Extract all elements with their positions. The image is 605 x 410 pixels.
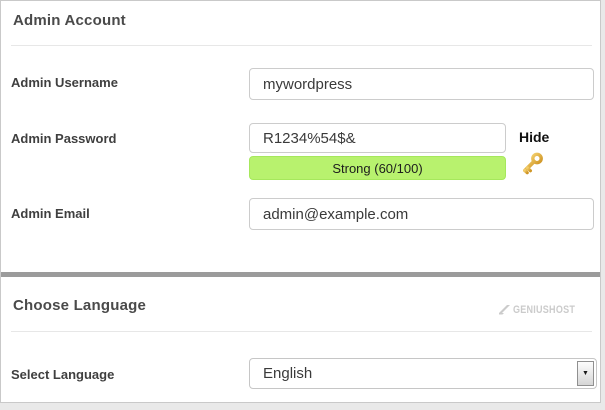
chevron-down-icon: ▼ <box>582 370 589 377</box>
select-language-label: Select Language <box>11 367 114 382</box>
admin-account-section-title: Admin Account <box>13 12 126 29</box>
admin-email-input[interactable] <box>249 198 594 230</box>
admin-password-input[interactable] <box>249 123 506 153</box>
admin-username-input[interactable] <box>249 68 594 100</box>
language-select-value: English <box>263 359 312 388</box>
choose-language-section-title: Choose Language <box>13 297 146 314</box>
host-watermark: GENIUSHOST <box>498 304 589 316</box>
password-strength-text: Strong (60/100) <box>332 161 422 176</box>
language-select-arrow-button[interactable]: ▼ <box>577 361 594 386</box>
admin-email-label: Admin Email <box>11 206 90 221</box>
generate-password-button[interactable] <box>517 149 547 179</box>
host-watermark-text: GENIUSHOST <box>513 304 575 316</box>
password-strength-bar: Strong (60/100) <box>249 156 506 180</box>
installer-form-panel: Admin Account Admin Username Admin Passw… <box>0 0 601 403</box>
language-select[interactable]: English ▼ <box>249 358 597 389</box>
host-logo-icon <box>498 304 511 316</box>
section-divider-line <box>11 45 592 46</box>
password-hide-toggle[interactable]: Hide <box>519 129 549 145</box>
section-divider-line <box>11 331 592 332</box>
admin-password-label: Admin Password <box>11 131 116 146</box>
key-icon <box>517 149 547 179</box>
admin-username-label: Admin Username <box>11 75 118 90</box>
section-separator-bar <box>1 272 600 277</box>
